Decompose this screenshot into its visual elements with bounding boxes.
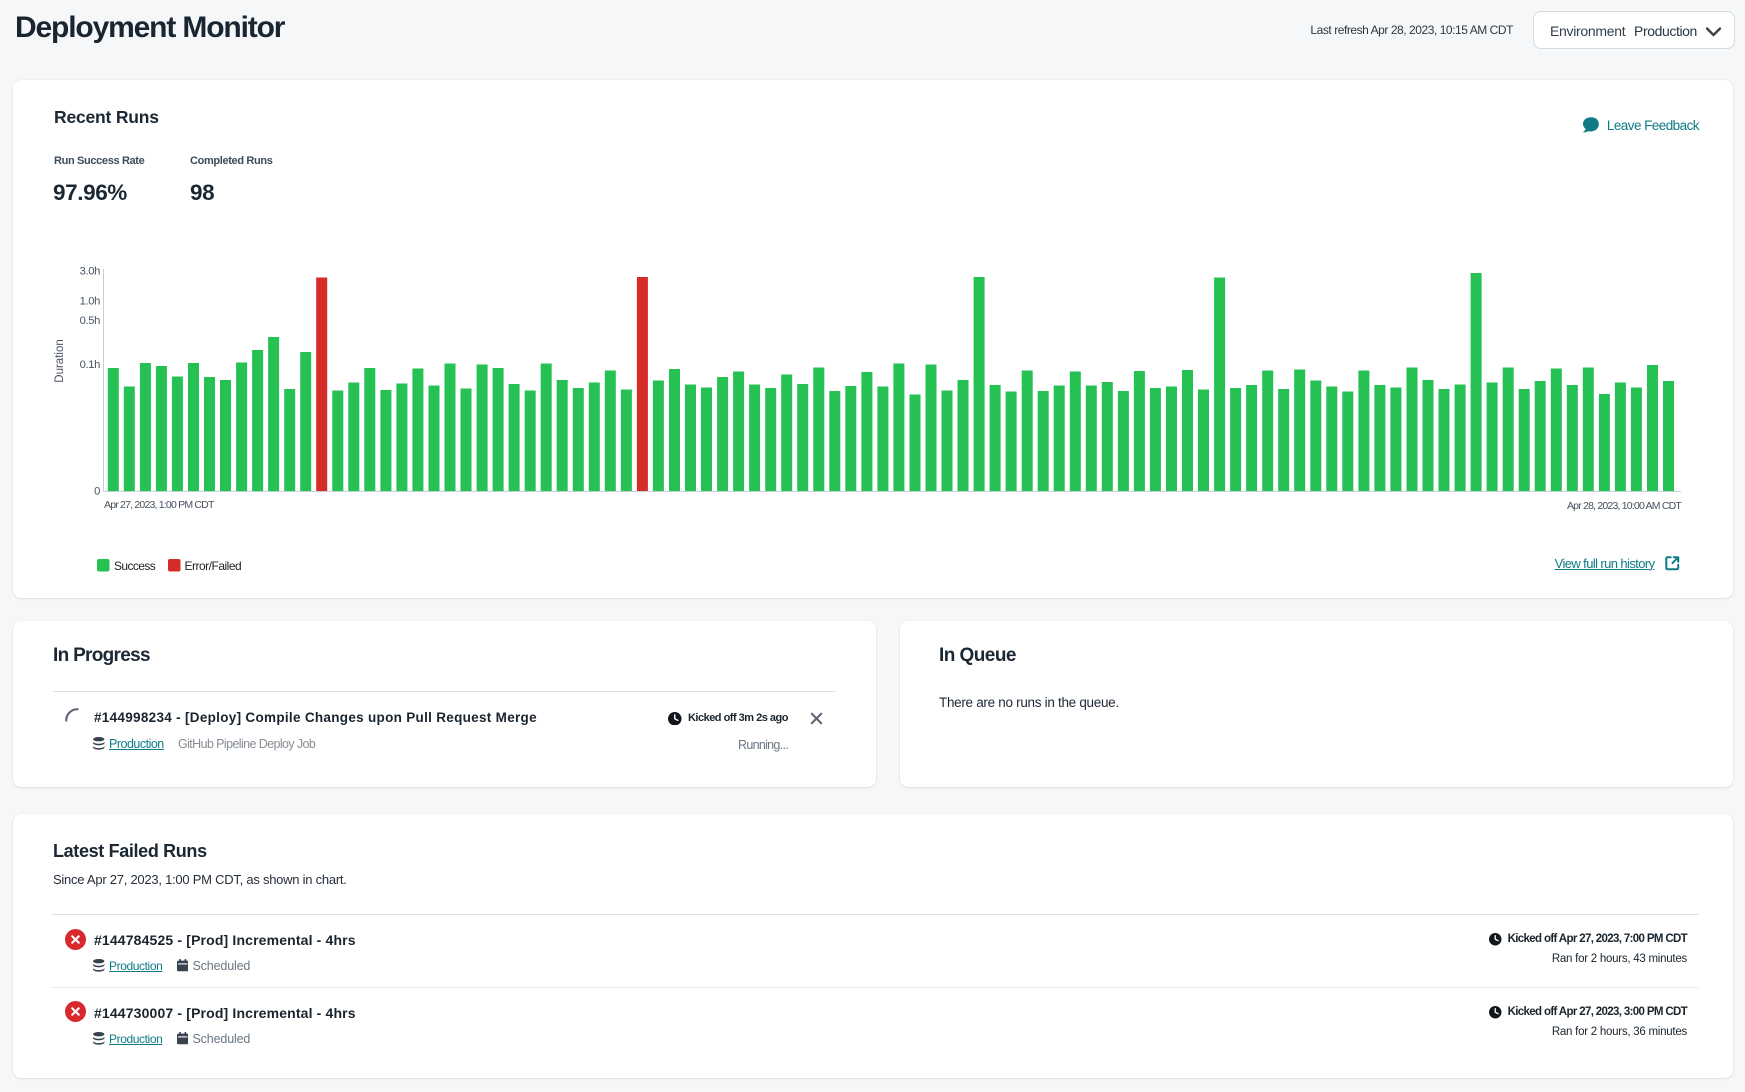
svg-text:Error/Failed: Error/Failed — [185, 559, 242, 573]
svg-text:Success: Success — [114, 559, 156, 573]
svg-text:1.0h: 1.0h — [80, 296, 101, 308]
svg-text:Duration: Duration — [54, 339, 66, 382]
svg-text:0: 0 — [94, 485, 100, 497]
svg-text:Apr 28, 2023, 10:00 AM CDT: Apr 28, 2023, 10:00 AM CDT — [1567, 500, 1682, 512]
svg-text:3.0h: 3.0h — [80, 265, 101, 277]
svg-text:Apr 27, 2023, 1:00 PM CDT: Apr 27, 2023, 1:00 PM CDT — [104, 499, 215, 511]
svg-text:0.1h: 0.1h — [80, 359, 101, 371]
svg-text:0.5h: 0.5h — [80, 315, 101, 327]
